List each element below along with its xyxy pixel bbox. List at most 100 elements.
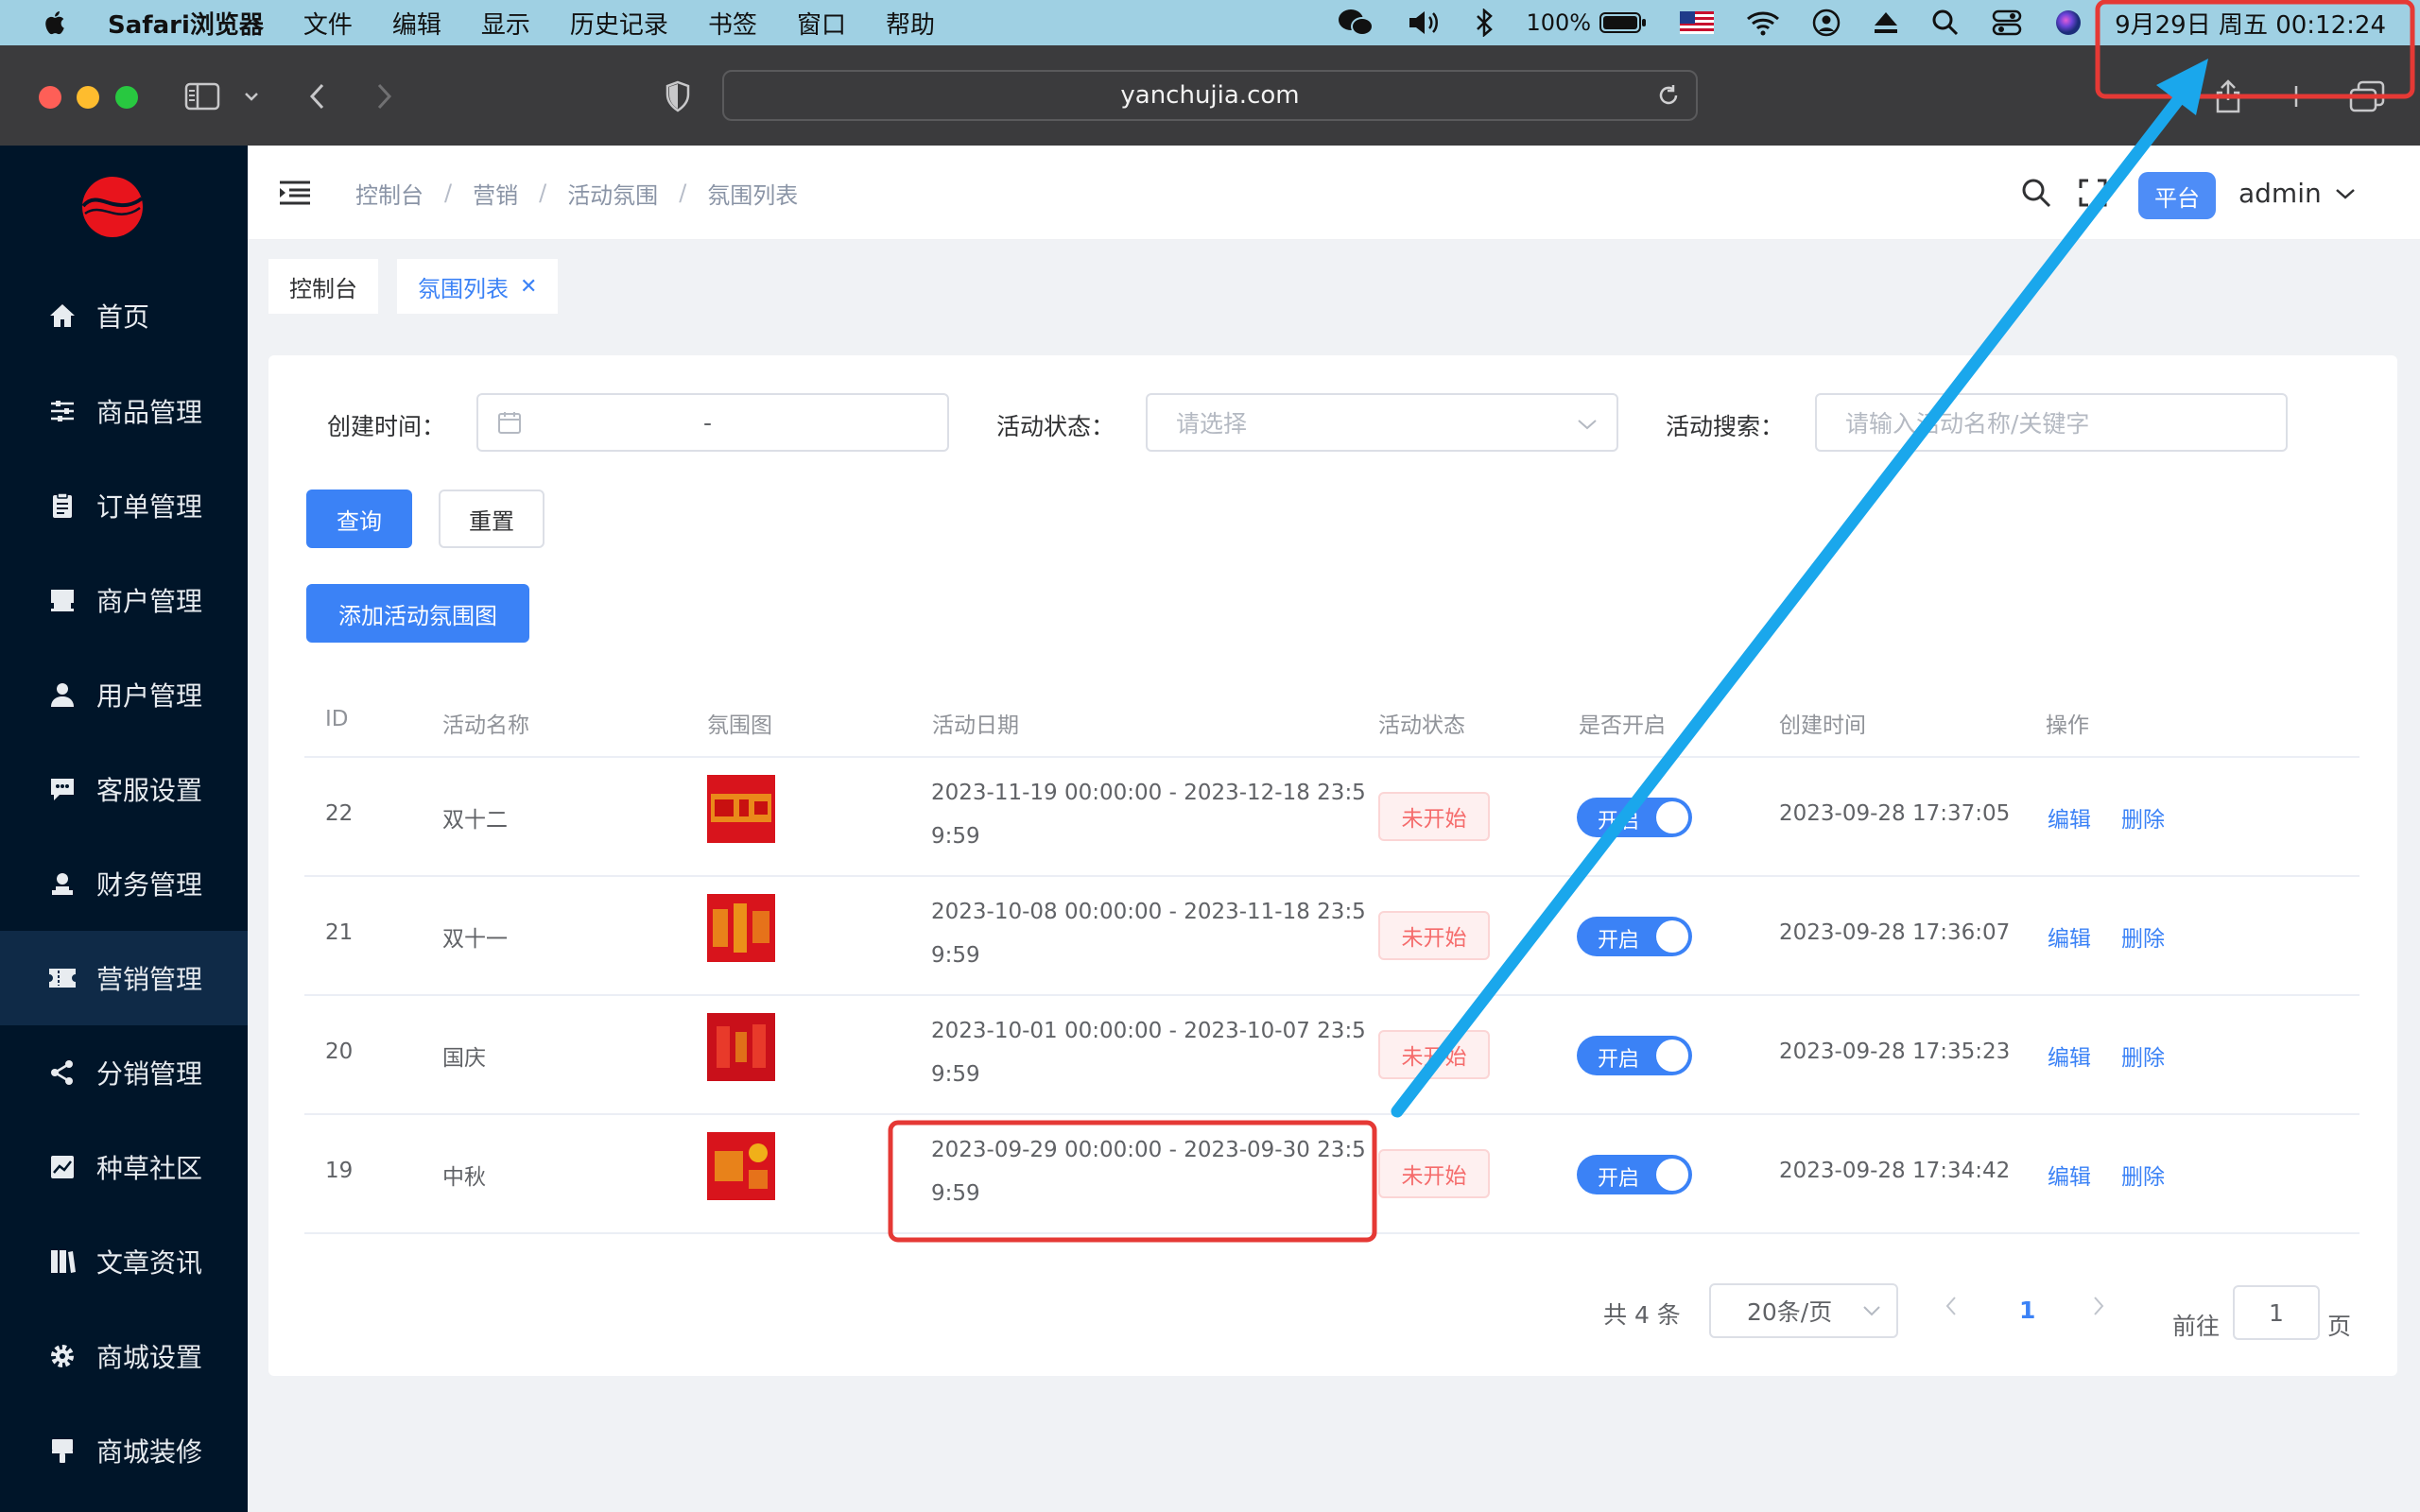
close-window-button[interactable] (39, 86, 61, 109)
breadcrumb-item-console[interactable]: 控制台 (355, 177, 424, 210)
current-page[interactable]: 1 (2019, 1297, 2035, 1324)
sidebar-item-products[interactable]: 商品管理 (0, 364, 248, 458)
apple-icon[interactable] (42, 9, 70, 37)
toggle-knob (1656, 801, 1688, 833)
tag-console[interactable]: 控制台 (268, 259, 378, 314)
menu-window[interactable]: 窗口 (797, 6, 846, 41)
toggle-label: 开启 (1598, 810, 1640, 833)
user-icon (47, 679, 78, 710)
menu-history[interactable]: 历史记录 (570, 6, 668, 41)
breadcrumb-item-atmosphere[interactable]: 活动氛围 (567, 177, 658, 210)
goto-page-input[interactable]: 1 (2233, 1285, 2320, 1340)
edit-link[interactable]: 编辑 (2048, 801, 2091, 833)
atmosphere-thumbnail[interactable] (707, 894, 775, 962)
sidebar-item-marketing[interactable]: 营销管理 (0, 931, 248, 1025)
sidebar-item-label: 文章资讯 (96, 1247, 203, 1279)
platform-badge[interactable]: 平台 (2138, 172, 2216, 219)
new-tab-icon[interactable] (2282, 77, 2310, 115)
zoom-window-button[interactable] (115, 86, 138, 109)
add-atmosphere-button[interactable]: 添加活动氛围图 (306, 584, 529, 643)
reset-button[interactable]: 重置 (439, 490, 544, 548)
back-arrow-icon[interactable] (304, 77, 331, 115)
wifi-icon[interactable] (1746, 9, 1780, 36)
atmosphere-thumbnail[interactable] (707, 775, 775, 843)
sidebar-item-merchants[interactable]: 商户管理 (0, 553, 248, 647)
sidebar-item-mall-decoration[interactable]: 商城装修 (0, 1403, 248, 1498)
menu-fold-icon[interactable] (278, 180, 312, 210)
eject-icon[interactable] (1873, 10, 1899, 35)
control-center-icon[interactable] (1992, 9, 2022, 37)
activity-search-input[interactable]: 请输入活动名称/关键字 (1815, 393, 2288, 452)
sidebar-item-label: 财务管理 (96, 869, 203, 901)
sidebar-item-label: 商户管理 (96, 586, 203, 617)
atmosphere-thumbnail[interactable] (707, 1013, 775, 1081)
sidebar-item-community[interactable]: 种草社区 (0, 1120, 248, 1214)
close-icon[interactable]: ✕ (520, 275, 537, 299)
edit-link[interactable]: 编辑 (2048, 1040, 2091, 1072)
privacy-shield-icon[interactable] (662, 77, 694, 115)
delete-link[interactable]: 删除 (2121, 801, 2165, 833)
forward-arrow-icon[interactable] (371, 77, 397, 115)
menu-help[interactable]: 帮助 (886, 6, 935, 41)
sidebar-item-finance[interactable]: 财务管理 (0, 836, 248, 931)
atmosphere-thumbnail[interactable] (707, 1132, 775, 1200)
fullscreen-icon[interactable] (2078, 178, 2108, 212)
enable-toggle[interactable]: 开启 (1577, 917, 1692, 956)
bluetooth-icon[interactable] (1475, 9, 1494, 37)
menu-bookmarks[interactable]: 书签 (708, 6, 757, 41)
minimize-window-button[interactable] (77, 86, 99, 109)
volume-icon[interactable] (1407, 9, 1443, 37)
tab-overview-icon[interactable] (2348, 77, 2386, 115)
breadcrumb-item-marketing[interactable]: 营销 (473, 177, 518, 210)
sidebar-item-users[interactable]: 用户管理 (0, 647, 248, 742)
sidebar-item-articles[interactable]: 文章资讯 (0, 1214, 248, 1309)
delete-link[interactable]: 删除 (2121, 1040, 2165, 1072)
created-time-range-picker[interactable]: - (476, 393, 949, 452)
brand-logo[interactable] (81, 176, 144, 238)
next-page-icon[interactable] (2091, 1295, 2106, 1323)
menu-edit[interactable]: 编辑 (392, 6, 441, 41)
siri-icon[interactable] (2054, 9, 2083, 37)
menu-bar: Safari浏览器 文件 编辑 显示 历史记录 书签 窗口 帮助 100% 9月… (0, 0, 2420, 45)
sidebar-item-customer-service[interactable]: 客服设置 (0, 742, 248, 836)
cell-created-time: 2023-09-28 17:36:07 (1779, 920, 2011, 945)
chevron-down-icon[interactable] (242, 77, 261, 115)
prev-page-icon[interactable] (1944, 1295, 1959, 1323)
sidebar-item-orders[interactable]: 订单管理 (0, 458, 248, 553)
tag-atmosphere-list[interactable]: 氛围列表 ✕ (397, 259, 559, 314)
user-switch-icon[interactable] (1812, 9, 1841, 37)
sidebar-item-mall-settings[interactable]: 商城设置 (0, 1309, 248, 1403)
reload-icon[interactable] (1656, 83, 1681, 114)
menu-app-name[interactable]: Safari浏览器 (108, 6, 264, 41)
address-bar[interactable]: yanchujia.com (722, 70, 1698, 121)
user-menu[interactable]: admin (2238, 178, 2356, 209)
sidebar: 首页 商品管理 订单管理 商户管理 用户管理 客服设置 财务管理 营销管理 分销… (0, 146, 248, 1512)
battery-icon[interactable] (1599, 10, 1648, 35)
page-size-select[interactable]: 20条/页 (1709, 1283, 1898, 1338)
enable-toggle[interactable]: 开启 (1577, 1155, 1692, 1194)
sidebar-item-label: 首页 (96, 301, 150, 333)
sidebar-item-distribution[interactable]: 分销管理 (0, 1025, 248, 1120)
menubar-clock[interactable]: 9月29日 周五 00:12:24 (2115, 6, 2386, 41)
activity-status-select[interactable]: 请选择 (1146, 393, 1618, 452)
menu-view[interactable]: 显示 (481, 6, 530, 41)
sidebar-item-home[interactable]: 首页 (0, 268, 248, 363)
edit-link[interactable]: 编辑 (2048, 1159, 2091, 1191)
breadcrumb-item-list: 氛围列表 (707, 181, 799, 209)
menu-file[interactable]: 文件 (303, 6, 353, 41)
edit-link[interactable]: 编辑 (2048, 920, 2091, 953)
sidebar-toggle-icon[interactable] (183, 77, 221, 115)
wechat-icon[interactable] (1337, 7, 1374, 39)
delete-link[interactable]: 删除 (2121, 920, 2165, 953)
us-flag-icon[interactable] (1680, 11, 1715, 34)
enable-toggle[interactable]: 开启 (1577, 1036, 1692, 1075)
sidebar-item-label: 用户管理 (96, 680, 203, 712)
enable-toggle[interactable]: 开启 (1577, 798, 1692, 837)
sidebar-item-label: 分销管理 (96, 1058, 203, 1090)
spotlight-search-icon[interactable] (1931, 9, 1960, 37)
delete-link[interactable]: 删除 (2121, 1159, 2165, 1191)
share-icon[interactable] (2212, 77, 2244, 115)
search-icon[interactable] (2021, 178, 2051, 212)
query-button[interactable]: 查询 (306, 490, 412, 548)
tags-bar: 控制台 氛围列表 ✕ (248, 240, 2420, 335)
